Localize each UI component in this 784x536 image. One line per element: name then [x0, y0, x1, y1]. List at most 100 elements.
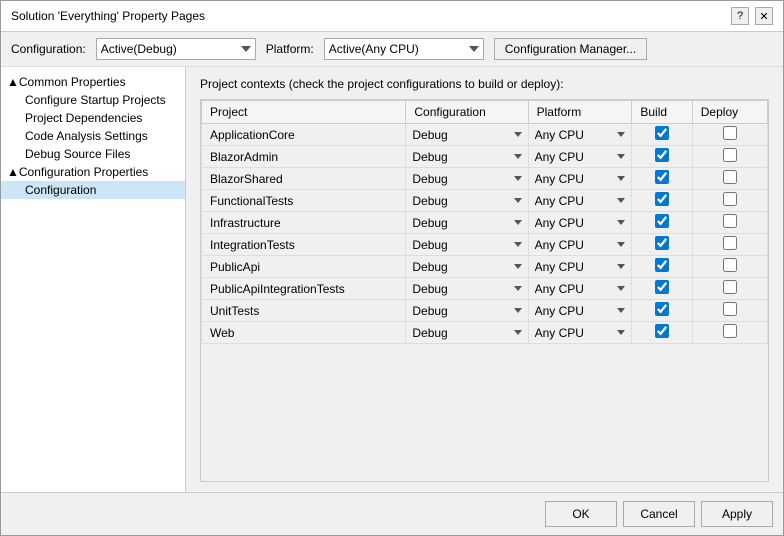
- table-row: PublicApiDebugAny CPU: [202, 256, 768, 278]
- config-dropdown[interactable]: Debug: [410, 127, 523, 143]
- config-dropdown[interactable]: Debug: [410, 149, 523, 165]
- sidebar-item-configure-startup[interactable]: Configure Startup Projects: [1, 91, 185, 109]
- cell-deploy[interactable]: [692, 124, 767, 146]
- config-dropdown[interactable]: Debug: [410, 259, 523, 275]
- config-dropdown[interactable]: Debug: [410, 171, 523, 187]
- sidebar-item-debug-source[interactable]: Debug Source Files: [1, 145, 185, 163]
- sidebar-item-project-dependencies[interactable]: Project Dependencies: [1, 109, 185, 127]
- cell-platform[interactable]: Any CPU: [528, 300, 632, 322]
- deploy-checkbox[interactable]: [723, 126, 737, 140]
- config-dropdown[interactable]: Debug: [410, 281, 523, 297]
- cell-platform[interactable]: Any CPU: [528, 146, 632, 168]
- platform-dropdown[interactable]: Any CPU: [533, 325, 628, 341]
- deploy-checkbox[interactable]: [723, 192, 737, 206]
- cell-platform[interactable]: Any CPU: [528, 322, 632, 344]
- build-checkbox[interactable]: [655, 126, 669, 140]
- cell-deploy[interactable]: [692, 212, 767, 234]
- cell-config[interactable]: Debug: [406, 168, 528, 190]
- platform-dropdown[interactable]: Any CPU: [533, 303, 628, 319]
- sidebar-item-common-props[interactable]: ▲Common Properties: [1, 73, 185, 91]
- build-checkbox[interactable]: [655, 324, 669, 338]
- platform-dropdown[interactable]: Any CPU: [533, 237, 628, 253]
- build-checkbox[interactable]: [655, 236, 669, 250]
- dialog-title: Solution 'Everything' Property Pages: [11, 9, 205, 23]
- cell-deploy[interactable]: [692, 322, 767, 344]
- col-header-project: Project: [202, 101, 406, 124]
- build-checkbox[interactable]: [655, 280, 669, 294]
- config-dropdown[interactable]: Debug: [410, 325, 523, 341]
- deploy-checkbox[interactable]: [723, 148, 737, 162]
- cell-platform[interactable]: Any CPU: [528, 124, 632, 146]
- build-checkbox[interactable]: [655, 148, 669, 162]
- cell-build[interactable]: [632, 300, 692, 322]
- build-checkbox[interactable]: [655, 302, 669, 316]
- cell-platform[interactable]: Any CPU: [528, 278, 632, 300]
- platform-dropdown[interactable]: Any CPU: [533, 149, 628, 165]
- cell-deploy[interactable]: [692, 146, 767, 168]
- cell-platform[interactable]: Any CPU: [528, 234, 632, 256]
- close-button[interactable]: ✕: [755, 7, 773, 25]
- platform-dropdown[interactable]: Any CPU: [533, 281, 628, 297]
- build-checkbox[interactable]: [655, 170, 669, 184]
- platform-dropdown[interactable]: Any CPU: [533, 127, 628, 143]
- cell-platform[interactable]: Any CPU: [528, 256, 632, 278]
- config-dropdown[interactable]: Debug: [410, 215, 523, 231]
- cell-platform[interactable]: Any CPU: [528, 190, 632, 212]
- platform-dropdown[interactable]: Any CPU: [533, 215, 628, 231]
- cell-platform[interactable]: Any CPU: [528, 168, 632, 190]
- platform-dropdown[interactable]: Any CPU: [533, 171, 628, 187]
- cell-config[interactable]: Debug: [406, 234, 528, 256]
- cell-deploy[interactable]: [692, 168, 767, 190]
- cell-config[interactable]: Debug: [406, 278, 528, 300]
- cell-config[interactable]: Debug: [406, 190, 528, 212]
- cell-build[interactable]: [632, 256, 692, 278]
- sidebar-item-code-analysis[interactable]: Code Analysis Settings: [1, 127, 185, 145]
- deploy-checkbox[interactable]: [723, 280, 737, 294]
- cell-config[interactable]: Debug: [406, 124, 528, 146]
- cell-build[interactable]: [632, 278, 692, 300]
- cell-config[interactable]: Debug: [406, 322, 528, 344]
- deploy-checkbox[interactable]: [723, 214, 737, 228]
- build-checkbox[interactable]: [655, 214, 669, 228]
- deploy-checkbox[interactable]: [723, 302, 737, 316]
- cell-config[interactable]: Debug: [406, 212, 528, 234]
- platform-dropdown[interactable]: Any CPU: [533, 193, 628, 209]
- deploy-checkbox[interactable]: [723, 324, 737, 338]
- sidebar-item-configuration[interactable]: Configuration: [1, 181, 185, 199]
- cell-build[interactable]: [632, 212, 692, 234]
- cell-deploy[interactable]: [692, 256, 767, 278]
- cell-build[interactable]: [632, 190, 692, 212]
- deploy-checkbox[interactable]: [723, 170, 737, 184]
- cell-deploy[interactable]: [692, 190, 767, 212]
- cell-config[interactable]: Debug: [406, 256, 528, 278]
- config-select[interactable]: Active(Debug): [96, 38, 256, 60]
- cell-build[interactable]: [632, 146, 692, 168]
- build-checkbox[interactable]: [655, 258, 669, 272]
- cancel-button[interactable]: Cancel: [623, 501, 695, 527]
- cell-config[interactable]: Debug: [406, 146, 528, 168]
- build-checkbox[interactable]: [655, 192, 669, 206]
- cell-build[interactable]: [632, 322, 692, 344]
- cell-build[interactable]: [632, 124, 692, 146]
- ok-button[interactable]: OK: [545, 501, 617, 527]
- cell-build[interactable]: [632, 168, 692, 190]
- config-dropdown[interactable]: Debug: [410, 193, 523, 209]
- cell-deploy[interactable]: [692, 234, 767, 256]
- platform-dropdown[interactable]: Any CPU: [533, 259, 628, 275]
- deploy-checkbox[interactable]: [723, 236, 737, 250]
- cell-platform[interactable]: Any CPU: [528, 212, 632, 234]
- config-label: Configuration:: [11, 42, 86, 56]
- deploy-checkbox[interactable]: [723, 258, 737, 272]
- config-dropdown[interactable]: Debug: [410, 237, 523, 253]
- footer: OK Cancel Apply: [1, 492, 783, 535]
- apply-button[interactable]: Apply: [701, 501, 773, 527]
- platform-select[interactable]: Active(Any CPU): [324, 38, 484, 60]
- cell-config[interactable]: Debug: [406, 300, 528, 322]
- config-manager-button[interactable]: Configuration Manager...: [494, 38, 647, 60]
- config-dropdown[interactable]: Debug: [410, 303, 523, 319]
- sidebar-item-config-props[interactable]: ▲Configuration Properties: [1, 163, 185, 181]
- cell-deploy[interactable]: [692, 300, 767, 322]
- cell-deploy[interactable]: [692, 278, 767, 300]
- cell-build[interactable]: [632, 234, 692, 256]
- help-button[interactable]: ?: [731, 7, 749, 25]
